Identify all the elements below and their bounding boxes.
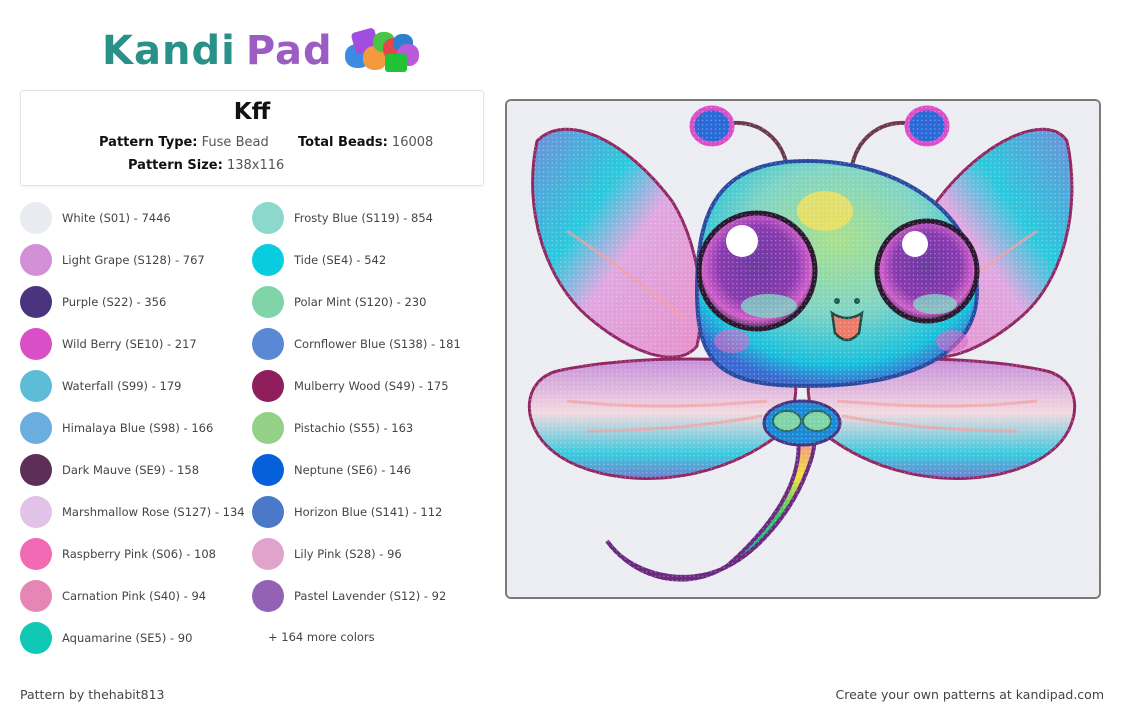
color-swatch: Raspberry Pink (S06) - 108 — [20, 538, 216, 570]
dragonfly-bead-pattern-image — [507, 101, 1099, 597]
pattern-preview — [505, 99, 1101, 599]
color-label: Pastel Lavender (S12) - 92 — [294, 589, 447, 603]
logo-text-pad: Pad — [245, 28, 333, 74]
pattern-size-label: Pattern Size: — [128, 158, 223, 173]
color-swatch: Dark Mauve (SE9) - 158 — [20, 454, 199, 486]
total-beads: Total Beads: 16008 — [298, 135, 433, 150]
color-dot — [20, 370, 52, 402]
color-dot — [252, 286, 284, 318]
color-dot — [20, 412, 52, 444]
color-label: Mulberry Wood (S49) - 175 — [294, 379, 449, 393]
pattern-size-value: 138x116 — [226, 158, 285, 173]
color-dot — [252, 496, 284, 528]
color-dot — [252, 454, 284, 486]
color-dot — [20, 538, 52, 570]
total-beads-label: Total Beads: — [298, 135, 388, 150]
color-label: Raspberry Pink (S06) - 108 — [62, 547, 216, 561]
pattern-type-label: Pattern Type: — [99, 135, 198, 150]
color-label: Light Grape (S128) - 767 — [62, 253, 205, 267]
color-label: Pistachio (S55) - 163 — [294, 421, 414, 435]
color-dot — [252, 412, 284, 444]
color-dot — [252, 328, 284, 360]
color-dot — [20, 496, 52, 528]
color-dot — [252, 370, 284, 402]
color-label: Dark Mauve (SE9) - 158 — [62, 463, 200, 477]
color-swatch: Mulberry Wood (S49) - 175 — [252, 370, 449, 402]
pattern-info-card: Kff Pattern Type: Fuse Bead Total Beads:… — [20, 90, 484, 186]
color-swatch: Purple (S22) - 356 — [20, 286, 166, 318]
color-label: Marshmallow Rose (S127) - 134 — [62, 505, 245, 519]
color-label: Himalaya Blue (S98) - 166 — [62, 421, 214, 435]
color-dot — [20, 286, 52, 318]
color-label: Cornflower Blue (S138) - 181 — [294, 337, 461, 351]
color-swatch: Wild Berry (SE10) - 217 — [20, 328, 197, 360]
color-swatch: Pastel Lavender (S12) - 92 — [252, 580, 446, 612]
color-label: Wild Berry (SE10) - 217 — [62, 337, 197, 351]
color-swatch: Waterfall (S99) - 179 — [20, 370, 181, 402]
color-dot — [252, 538, 284, 570]
color-swatch: Carnation Pink (S40) - 94 — [20, 580, 206, 612]
color-label: Aquamarine (SE5) - 90 — [62, 631, 193, 645]
color-swatch: Neptune (SE6) - 146 — [252, 454, 411, 486]
color-swatch: Tide (SE4) - 542 — [252, 244, 386, 276]
color-dot — [252, 244, 284, 276]
color-label: Waterfall (S99) - 179 — [62, 379, 182, 393]
color-swatch: Marshmallow Rose (S127) - 134 — [20, 496, 245, 528]
color-label: Carnation Pink (S40) - 94 — [62, 589, 207, 603]
more-colors-link[interactable]: + 164 more colors — [268, 630, 375, 644]
color-dot — [20, 202, 52, 234]
pattern-size: Pattern Size: 138x116 — [128, 158, 284, 173]
color-swatch: Lily Pink (S28) - 96 — [252, 538, 402, 570]
color-swatch: Light Grape (S128) - 767 — [20, 244, 205, 276]
color-swatch: Polar Mint (S120) - 230 — [252, 286, 426, 318]
bead-grid-overlay — [507, 101, 1099, 597]
color-swatch: Himalaya Blue (S98) - 166 — [20, 412, 213, 444]
color-swatch: Cornflower Blue (S138) - 181 — [252, 328, 461, 360]
color-label: Horizon Blue (S141) - 112 — [294, 505, 443, 519]
color-dot — [20, 580, 52, 612]
color-dot — [252, 202, 284, 234]
color-dot — [252, 580, 284, 612]
logo-text-kandi: Kandi — [102, 28, 236, 74]
color-label: Purple (S22) - 356 — [62, 295, 167, 309]
color-label: Tide (SE4) - 542 — [294, 253, 387, 267]
pattern-title: Kff — [233, 99, 271, 125]
color-label: White (S01) - 7446 — [62, 211, 171, 225]
color-swatch: Frosty Blue (S119) - 854 — [252, 202, 433, 234]
color-dot — [20, 622, 52, 654]
color-dot — [20, 328, 52, 360]
color-swatch: Pistachio (S55) - 163 — [252, 412, 413, 444]
color-dot — [20, 454, 52, 486]
total-beads-value: 16008 — [391, 135, 434, 150]
beads-logo-icon — [344, 27, 421, 74]
kandipad-logo[interactable]: Kandi Pad — [102, 26, 421, 76]
pattern-type-value: Fuse Bead — [201, 135, 269, 150]
color-label: Lily Pink (S28) - 96 — [294, 547, 402, 561]
color-swatch: Horizon Blue (S141) - 112 — [252, 496, 442, 528]
color-dot — [20, 244, 52, 276]
pattern-author: Pattern by thehabit813 — [20, 687, 165, 702]
kandipad-cta-link[interactable]: Create your own patterns at kandipad.com — [835, 687, 1104, 702]
color-swatch: Aquamarine (SE5) - 90 — [20, 622, 192, 654]
color-label: Polar Mint (S120) - 230 — [294, 295, 427, 309]
color-swatch: White (S01) - 7446 — [20, 202, 171, 234]
pattern-type: Pattern Type: Fuse Bead — [99, 135, 269, 150]
color-label: Frosty Blue (S119) - 854 — [294, 211, 433, 225]
color-label: Neptune (SE6) - 146 — [294, 463, 412, 477]
